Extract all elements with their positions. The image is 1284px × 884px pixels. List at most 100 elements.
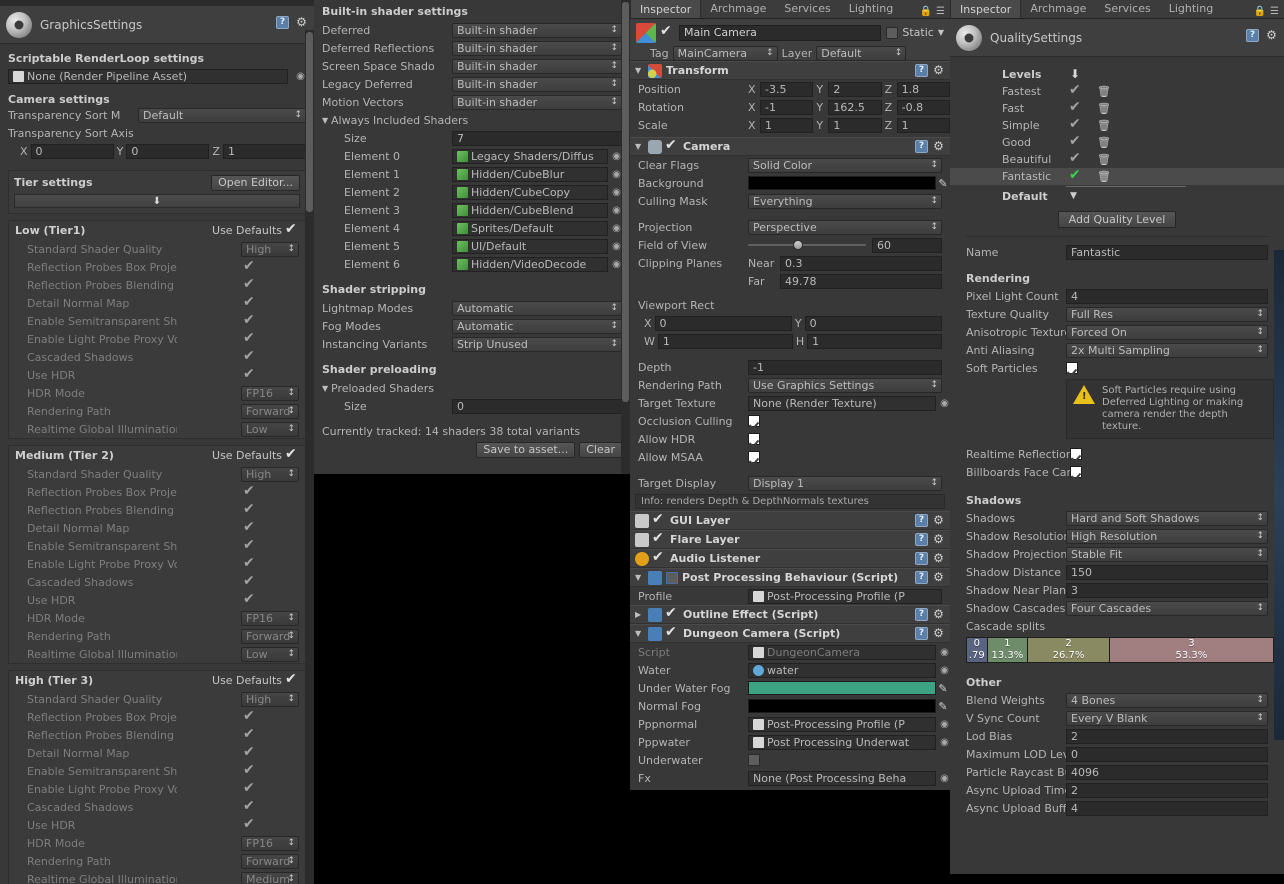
gear-icon[interactable]: ⚙ — [1265, 29, 1278, 42]
graphics-scrollbar-track[interactable] — [305, 30, 314, 884]
transform-component-header[interactable]: ▼ Transform ? ⚙ — [630, 61, 950, 80]
tier-property-popup[interactable]: FP16 — [241, 610, 299, 626]
quality-property-popup[interactable]: Stable Fit — [1066, 546, 1268, 562]
quality-level-checkbox[interactable] — [1069, 116, 1083, 132]
shader-element-field[interactable]: Hidden/CubeBlend — [452, 202, 608, 218]
gameobject-enabled-checkbox[interactable] — [660, 23, 674, 39]
delete-icon[interactable]: 🗑 — [1097, 102, 1111, 115]
target-texture-field[interactable]: None (Render Texture) — [748, 395, 936, 411]
dungeon-camera-component-header[interactable]: ▼ Dungeon Camera (Script) ? ⚙ — [630, 624, 950, 643]
lock-icon[interactable]: 🔒 — [1254, 6, 1266, 17]
menu-icon[interactable]: ☰ — [936, 6, 945, 17]
depth-field[interactable]: -1 — [748, 359, 942, 375]
realtime-reflection-checkbox[interactable] — [1070, 448, 1082, 460]
tab-lighting[interactable]: Lighting — [840, 0, 902, 18]
tier-property-checkbox[interactable] — [243, 537, 257, 553]
shader-scrollbar-thumb[interactable] — [622, 2, 629, 402]
component-header[interactable]: Audio Listener? ⚙ — [630, 549, 950, 568]
quality-level-row[interactable]: Simple 🗑 — [950, 116, 1284, 134]
cascade-segment[interactable]: 2 26.7% — [1028, 638, 1110, 662]
quality-level-row[interactable]: Good 🗑 — [950, 133, 1284, 151]
gear-icon[interactable]: ⚙ — [932, 140, 945, 153]
tab-inspector[interactable]: Inspector — [630, 0, 702, 18]
help-icon[interactable]: ? — [915, 140, 928, 153]
chevron-down-icon[interactable]: ▼ — [635, 142, 644, 151]
shader-stripping-popup[interactable]: Automatic — [452, 300, 622, 316]
position-y-field[interactable]: 2 — [828, 81, 882, 97]
tier-property-checkbox[interactable] — [243, 276, 257, 292]
fov-slider[interactable] — [748, 239, 866, 251]
static-checkbox[interactable] — [886, 26, 899, 39]
tab-archmage[interactable]: Archmage — [1021, 0, 1095, 18]
tab-inspector[interactable]: Inspector — [950, 0, 1022, 18]
billboards-checkbox[interactable] — [1070, 466, 1082, 478]
help-icon[interactable]: ? — [276, 16, 289, 29]
rendering-path-popup[interactable]: Use Graphics Settings — [748, 377, 942, 393]
quality-level-row[interactable]: Fastest 🗑 — [950, 82, 1284, 100]
dungeon-object-field[interactable]: Post-Processing Profile (P — [748, 716, 936, 732]
quality-property-field[interactable]: 3 — [1066, 582, 1268, 598]
tier-property-popup[interactable]: High — [241, 691, 299, 707]
tier-property-popup[interactable]: Low — [241, 646, 299, 662]
help-icon[interactable]: ? — [915, 64, 928, 77]
shader-element-field[interactable]: UI/Default — [452, 238, 608, 254]
tab-services[interactable]: Services — [1095, 0, 1159, 18]
shader-element-field[interactable]: Hidden/VideoDecode — [452, 256, 608, 272]
help-icon[interactable]: ? — [915, 552, 928, 565]
dungeon-checkbox[interactable] — [748, 754, 760, 766]
scale-y-field[interactable]: 1 — [828, 117, 882, 133]
cascade-segment[interactable]: 1 13.3% — [987, 638, 1029, 662]
quality-level-checkbox[interactable] — [1069, 133, 1083, 149]
tier-header[interactable]: Medium (Tier 2) Use Defaults — [9, 446, 305, 465]
quality-property-field[interactable]: 4096 — [1066, 764, 1268, 780]
tier-property-popup[interactable]: FP16 — [241, 835, 299, 851]
dungeon-object-field[interactable]: None (Post Processing Beha — [748, 770, 936, 786]
delete-icon[interactable]: 🗑 — [1097, 85, 1111, 98]
near-field[interactable]: 0.3 — [780, 255, 942, 271]
quality-level-checkbox[interactable] — [1069, 167, 1083, 183]
delete-icon[interactable]: 🗑 — [1097, 136, 1111, 149]
help-icon[interactable]: ? — [915, 514, 928, 527]
eyedropper-icon[interactable]: ✎ — [936, 682, 950, 695]
allow-hdr-checkbox[interactable] — [748, 433, 760, 445]
quality-property-field[interactable]: 4 — [1066, 800, 1268, 816]
tier-property-checkbox[interactable] — [243, 258, 257, 274]
tier-property-popup[interactable]: Medium — [241, 871, 299, 884]
cascade-segment[interactable]: 0.79 — [967, 638, 988, 662]
open-editor-button[interactable]: Open Editor... — [211, 174, 300, 191]
rotation-x-field[interactable]: -1 — [760, 99, 814, 115]
tier-property-checkbox[interactable] — [243, 312, 257, 328]
dungeon-object-field[interactable]: DungeonCamera — [748, 644, 936, 660]
quality-property-popup[interactable]: Full Res — [1066, 306, 1268, 322]
shader-element-field[interactable]: Legacy Shaders/Diffus — [452, 148, 608, 164]
object-picker-icon[interactable]: ◉ — [939, 773, 950, 784]
quality-level-row[interactable]: Beautiful 🗑 — [950, 150, 1284, 168]
shader-element-field[interactable]: Sprites/Default — [452, 220, 608, 236]
object-picker-icon[interactable]: ◉ — [939, 665, 950, 676]
tier-property-checkbox[interactable] — [243, 798, 257, 814]
tier-property-checkbox[interactable] — [243, 726, 257, 742]
preloaded-size-field[interactable]: 0 — [452, 398, 622, 414]
tier-header[interactable]: Low (Tier1) Use Defaults — [9, 221, 305, 240]
cascade-splits-bar[interactable]: 0.79 1 13.3% 2 26.7% 3 53.3% — [966, 637, 1274, 663]
tier-property-checkbox[interactable] — [243, 294, 257, 310]
component-header[interactable]: Flare Layer? ⚙ — [630, 530, 950, 549]
tier-download-bar[interactable]: ⬇ — [14, 194, 300, 208]
lock-icon[interactable]: 🔒 — [920, 6, 932, 17]
quality-name-field[interactable]: Fantastic — [1066, 244, 1268, 260]
shader-stripping-popup[interactable]: Strip Unused — [452, 336, 622, 352]
quality-property-field[interactable]: 150 — [1066, 564, 1268, 580]
gear-icon[interactable]: ⚙ — [932, 533, 945, 546]
outline-effect-component-header[interactable]: ▶ Outline Effect (Script) ? ⚙ — [630, 605, 950, 624]
tier-property-checkbox[interactable] — [243, 573, 257, 589]
camera-enabled-checkbox[interactable] — [665, 137, 679, 153]
preloaded-shaders-foldout[interactable]: ▼ Preloaded Shaders — [322, 379, 622, 397]
position-z-field[interactable]: 1.8 — [896, 81, 950, 97]
shader-element-field[interactable]: Hidden/CubeBlur — [452, 166, 608, 182]
tier-property-checkbox[interactable] — [243, 330, 257, 346]
tier-property-checkbox[interactable] — [243, 366, 257, 382]
eyedropper-icon[interactable]: ✎ — [936, 700, 950, 713]
far-field[interactable]: 49.78 — [780, 273, 942, 289]
delete-icon[interactable]: 🗑 — [1097, 153, 1111, 166]
shader-scrollbar-track[interactable] — [621, 0, 630, 474]
